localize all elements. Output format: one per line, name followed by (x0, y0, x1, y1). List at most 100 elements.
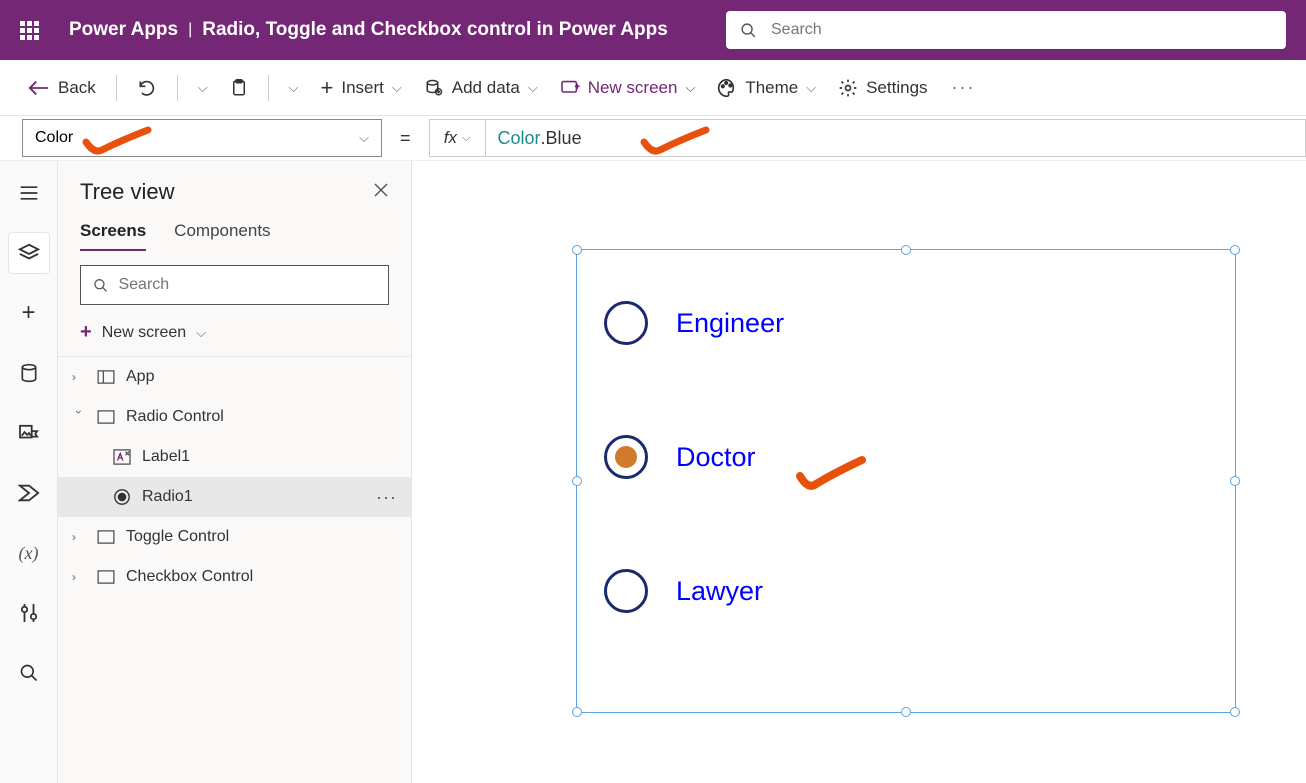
theme-icon (717, 78, 737, 98)
rail-data-button[interactable] (9, 353, 49, 393)
formula-token-identifier: Color (498, 128, 541, 149)
theme-button[interactable]: Theme ⌵ (709, 72, 824, 104)
tab-screens[interactable]: Screens (80, 221, 146, 251)
tree-new-screen-button[interactable]: + New screen ⌵ (58, 315, 411, 356)
close-icon (373, 182, 389, 198)
radio-option[interactable]: Engineer (604, 301, 784, 345)
rail-insert-button[interactable]: + (9, 293, 49, 333)
hamburger-icon (19, 185, 39, 201)
insert-label: Insert (341, 78, 384, 98)
rail-media-button[interactable] (9, 413, 49, 453)
global-search-input[interactable] (771, 21, 1272, 39)
canvas[interactable]: Engineer Doctor Lawyer (412, 161, 1306, 783)
add-data-button[interactable]: Add data ⌵ (416, 72, 546, 104)
paste-button[interactable] (222, 72, 256, 104)
layers-icon (18, 242, 40, 264)
app-launcher-icon[interactable] (20, 21, 39, 40)
tree-search[interactable] (80, 265, 389, 305)
settings-label: Settings (866, 78, 927, 98)
undo-button[interactable] (129, 72, 165, 104)
fx-label: fx (444, 128, 457, 148)
chevron-down-icon: ⌵ (392, 80, 402, 96)
resize-handle[interactable] (1230, 476, 1240, 486)
expand-icon[interactable]: › (72, 370, 86, 384)
back-label: Back (58, 78, 96, 98)
radio-option-label: Doctor (676, 442, 756, 473)
add-data-label: Add data (452, 78, 520, 98)
title-separator: | (188, 21, 192, 39)
tree-item-radio-control[interactable]: › Radio Control (58, 397, 411, 437)
rail-variables-button[interactable]: (x) (9, 533, 49, 573)
property-selector[interactable]: Color ⌵ (22, 119, 382, 157)
property-name: Color (35, 129, 73, 147)
rail-hamburger-button[interactable] (9, 173, 49, 213)
radio-button-icon[interactable] (604, 435, 648, 479)
app-icon (96, 370, 116, 384)
search-icon (740, 22, 757, 39)
fx-button[interactable]: fx ⌵ (429, 119, 485, 157)
property-formula-bar: Color ⌵ = fx ⌵ Color.Blue (0, 116, 1306, 161)
screen-icon (96, 410, 116, 424)
insert-button[interactable]: + Insert ⌵ (313, 69, 410, 107)
equals-sign: = (400, 128, 411, 149)
chevron-down-icon: ⌵ (528, 80, 538, 96)
rail-power-automate-button[interactable] (9, 473, 49, 513)
collapse-icon[interactable]: › (72, 410, 86, 424)
tree-item-app[interactable]: › App (58, 357, 411, 397)
back-arrow-icon (28, 80, 50, 96)
tree-item-more-button[interactable]: ··· (376, 487, 397, 508)
more-commands-button[interactable]: ··· (942, 73, 986, 102)
tree-item-label: Label1 (142, 448, 190, 466)
chevron-down-icon: ⌵ (462, 132, 470, 145)
formula-input[interactable]: Color.Blue (485, 119, 1306, 157)
radio-option[interactable]: Lawyer (604, 569, 784, 613)
tree-item-label: Radio1 (142, 488, 193, 506)
expand-icon[interactable]: › (72, 570, 86, 584)
rail-advanced-tools-button[interactable] (9, 593, 49, 633)
paste-dropdown[interactable]: ⌵ (281, 74, 307, 102)
label-icon (112, 449, 132, 465)
resize-handle[interactable] (572, 476, 582, 486)
chevron-down-icon: ⌵ (198, 80, 208, 96)
tree-item-label1[interactable]: Label1 (58, 437, 411, 477)
chevron-down-icon: ⌵ (289, 80, 299, 96)
tree-item-label: App (126, 368, 154, 386)
tree-item-radio1[interactable]: Radio1 ··· (58, 477, 411, 517)
resize-handle[interactable] (1230, 707, 1240, 717)
resize-handle[interactable] (901, 245, 911, 255)
tree-item-checkbox-control[interactable]: › Checkbox Control (58, 557, 411, 597)
radio-option[interactable]: Doctor (604, 435, 784, 479)
close-panel-button[interactable] (373, 182, 389, 203)
tree-item-label: Toggle Control (126, 528, 229, 546)
rail-search-button[interactable] (9, 653, 49, 693)
new-screen-button[interactable]: New screen ⌵ (552, 72, 704, 104)
resize-handle[interactable] (572, 245, 582, 255)
tab-components[interactable]: Components (174, 221, 270, 251)
expand-icon[interactable]: › (72, 530, 86, 544)
page-title: Radio, Toggle and Checkbox control in Po… (202, 19, 668, 41)
radio-control[interactable]: Engineer Doctor Lawyer (604, 301, 784, 613)
settings-button[interactable]: Settings (830, 72, 935, 104)
command-bar: Back ⌵ ⌵ + Insert ⌵ Add data ⌵ New scree… (0, 60, 1306, 116)
tree-search-input[interactable] (118, 276, 376, 294)
tree-item-toggle-control[interactable]: › Toggle Control (58, 517, 411, 557)
divider (177, 75, 178, 101)
main-area: + (x) Tree view Screens Comp (0, 161, 1306, 783)
divider (116, 75, 117, 101)
back-button[interactable]: Back (20, 72, 104, 104)
title-bar: Power Apps | Radio, Toggle and Checkbox … (0, 0, 1306, 60)
plus-icon: + (321, 75, 334, 101)
resize-handle[interactable] (572, 707, 582, 717)
plus-icon: + (21, 299, 35, 327)
resize-handle[interactable] (1230, 245, 1240, 255)
search-icon (93, 277, 108, 294)
global-search[interactable] (726, 11, 1286, 49)
rail-tree-view-button[interactable] (9, 233, 49, 273)
radio-button-icon[interactable] (604, 301, 648, 345)
new-screen-label: New screen (588, 78, 678, 98)
undo-dropdown[interactable]: ⌵ (190, 74, 216, 102)
resize-handle[interactable] (901, 707, 911, 717)
radio-button-icon[interactable] (604, 569, 648, 613)
screen-icon (560, 80, 580, 96)
formula-token-member: Blue (546, 128, 582, 149)
